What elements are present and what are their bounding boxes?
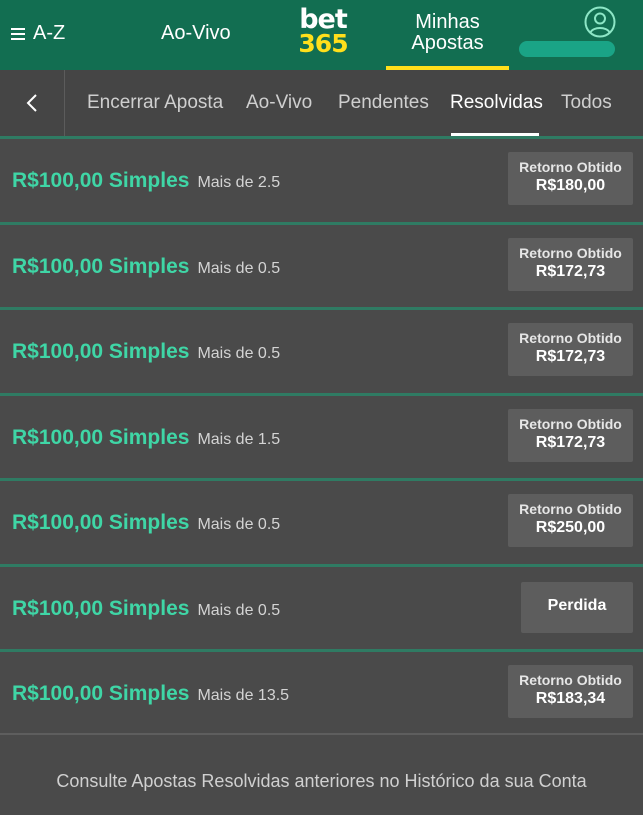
return-box[interactable]: Retorno Obtido R$180,00 [508,152,633,205]
return-label: Retorno Obtido [519,159,622,175]
bet-selection: Mais de 1.5 [197,430,281,448]
bet-summary: R$100,00 Simples Mais de 0.5 [12,310,280,392]
return-label: Retorno Obtido [519,244,622,261]
tab-pendentes[interactable]: Pendentes [338,92,429,114]
bet-filter-tabs: Encerrar Aposta Ao-Vivo Pendentes Resolv… [0,70,643,136]
return-label: Retorno Obtido [519,501,622,517]
tab-todos[interactable]: Todos [561,92,612,114]
bet-stake: R$100,00 Simples [12,682,190,705]
bet-row[interactable]: R$100,00 Simples Mais de 0.5 Retorno Obt… [0,478,643,564]
bet-summary: R$100,00 Simples Mais de 0.5 [12,225,280,307]
bet-row[interactable]: R$100,00 Simples Mais de 0.5 Perdida [0,563,643,649]
bet-summary: R$100,00 Simples Mais de 0.5 [12,567,280,649]
tab-resolvidas[interactable]: Resolvidas [450,92,543,114]
bet-selection: Mais de 2.5 [197,174,281,191]
return-value: R$172,73 [535,262,606,280]
return-box[interactable]: Retorno Obtido R$172,73 [508,237,633,291]
bet-row[interactable]: R$100,00 Simples Mais de 0.5 Retorno Obt… [0,221,643,307]
bet-selection: Mais de 0.5 [197,259,281,277]
return-box[interactable]: Retorno Obtido R$172,73 [508,323,633,376]
bet-stake: R$100,00 Simples [12,596,190,620]
nav-ao-vivo[interactable]: Ao-Vivo [161,22,231,45]
bet-stake: R$100,00 Simples [12,511,190,534]
bet-row[interactable]: R$100,00 Simples Mais de 0.5 Retorno Obt… [0,307,643,393]
return-label: Retorno Obtido [519,672,622,688]
bet-selection: Mais de 0.5 [197,601,281,619]
bet-selection: Mais de 0.5 [197,345,281,362]
return-box[interactable]: Retorno Obtido R$183,34 [508,665,633,718]
tab-ao-vivo[interactable]: Ao-Vivo [246,92,312,114]
minhas-line2: Apostas [411,32,484,54]
bet-summary: R$100,00 Simples Mais de 2.5 [12,139,280,221]
user-icon[interactable] [584,6,616,38]
bet-summary: R$100,00 Simples Mais de 1.5 [12,396,280,478]
bet-row[interactable]: R$100,00 Simples Mais de 13.5 Retorno Ob… [0,649,643,735]
minhas-line1: Minhas [415,11,480,33]
bet-summary: R$100,00 Simples Mais de 0.5 [12,481,280,563]
bet-row[interactable]: R$100,00 Simples Mais de 2.5 Retorno Obt… [0,136,643,222]
settled-bets-list: R$100,00 Simples Mais de 2.5 Retorno Obt… [0,136,643,735]
logo-365-text: 365 [298,29,348,58]
lost-status-box[interactable]: Perdida [521,581,633,633]
bet-selection: Mais de 0.5 [197,516,281,533]
chevron-left-icon [26,94,37,112]
return-value: R$183,34 [535,690,606,707]
bet-stake: R$100,00 Simples [12,340,190,363]
back-button[interactable] [0,70,65,136]
nav-minhas-apostas[interactable]: Minhas Apostas [386,0,509,70]
bet-stake: R$100,00 Simples [12,254,190,278]
az-menu-button[interactable]: A-Z [11,22,65,45]
account-history-link[interactable]: Consulte Apostas Resolvidas anteriores n… [0,735,643,815]
return-box[interactable]: Retorno Obtido R$250,00 [508,494,633,547]
return-label: Retorno Obtido [519,330,622,346]
return-label: Retorno Obtido [519,415,622,432]
bet365-logo[interactable]: bet 365 [294,6,352,60]
bet-row[interactable]: R$100,00 Simples Mais de 1.5 Retorno Obt… [0,392,643,478]
return-value: R$172,73 [535,433,606,451]
return-value: R$180,00 [535,177,606,194]
top-header: A-Z Ao-Vivo bet 365 Minhas Apostas [0,0,643,70]
bet-stake: R$100,00 Simples [12,169,190,192]
tab-encerrar-aposta[interactable]: Encerrar Aposta [87,92,223,114]
hamburger-icon [11,27,25,40]
return-box[interactable]: Retorno Obtido R$172,73 [508,408,633,462]
bet-selection: Mais de 13.5 [197,687,290,704]
bet-summary: R$100,00 Simples Mais de 13.5 [12,652,289,734]
az-label: A-Z [33,22,66,44]
return-value: R$172,73 [535,348,606,365]
bet-stake: R$100,00 Simples [12,425,190,449]
return-value: R$250,00 [535,519,606,536]
balance-masked[interactable] [519,41,615,57]
lost-label: Perdida [547,596,607,614]
